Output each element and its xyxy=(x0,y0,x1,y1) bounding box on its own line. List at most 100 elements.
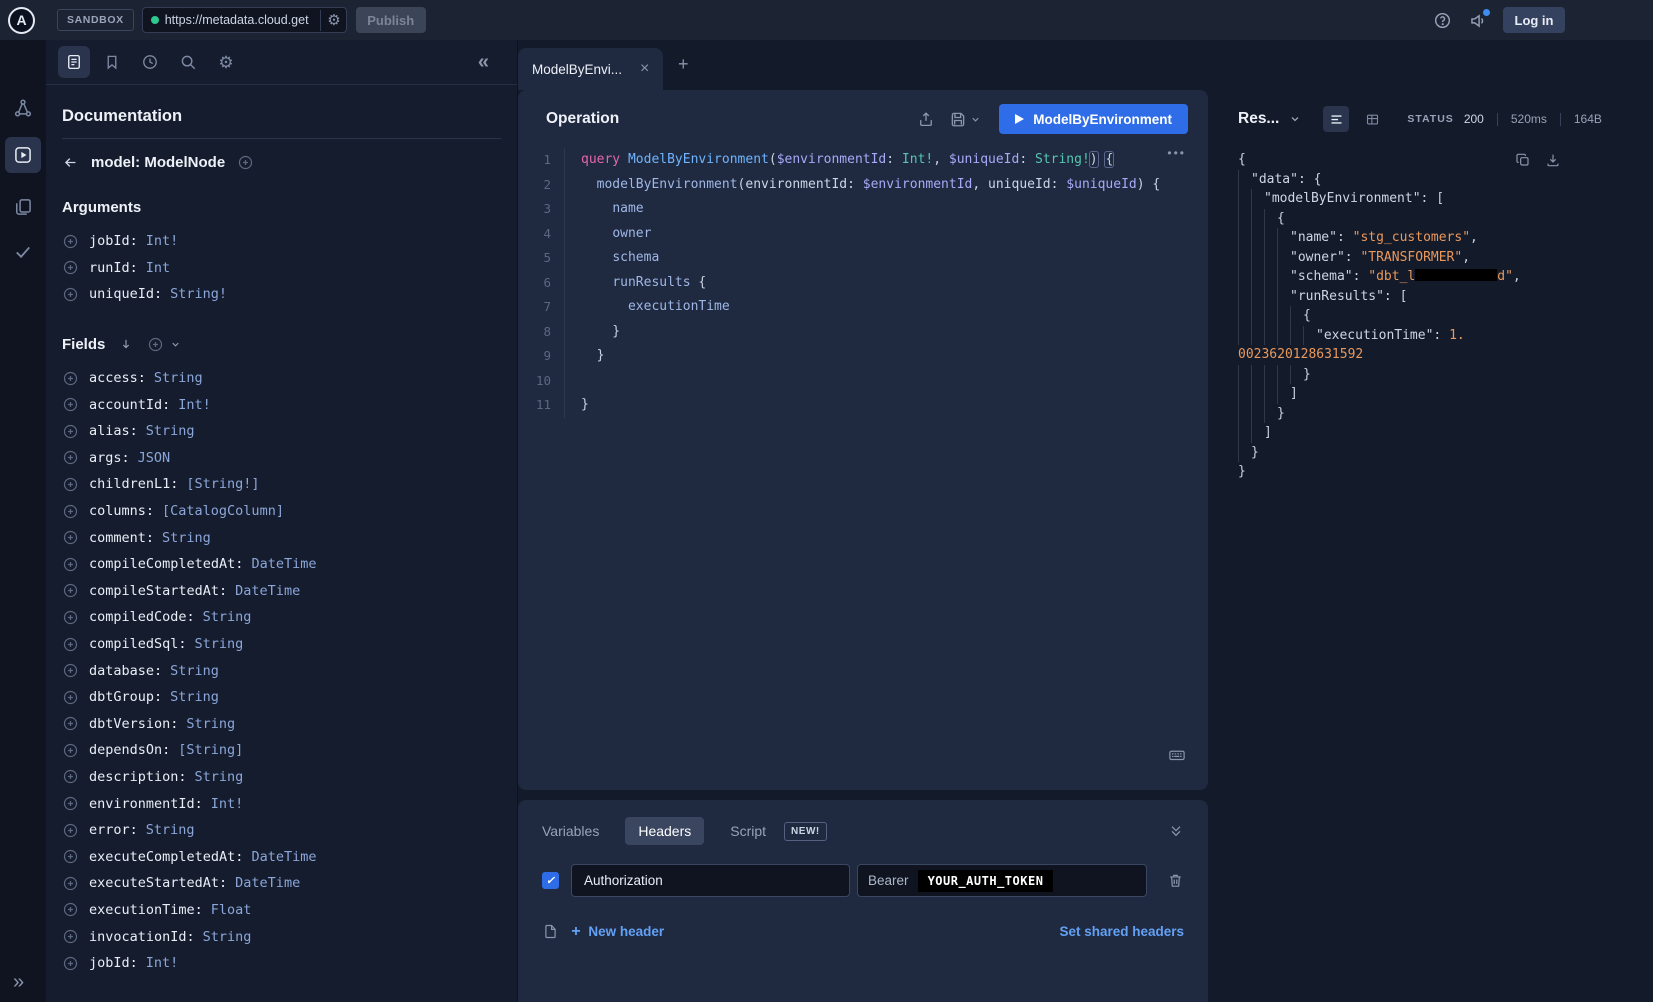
bookmarks-icon[interactable] xyxy=(96,46,128,78)
help-icon[interactable] xyxy=(1433,11,1452,30)
add-to-query-icon[interactable] xyxy=(62,449,79,466)
tab-script[interactable]: Script xyxy=(730,823,766,839)
query-editor[interactable]: 1query ModelByEnvironment($environmentId… xyxy=(518,148,1208,418)
add-to-query-icon[interactable] xyxy=(62,662,79,679)
add-to-query-icon[interactable] xyxy=(62,476,79,493)
field-item[interactable]: alias:String xyxy=(62,418,501,445)
code-line[interactable]: 7 executionTime xyxy=(518,295,1208,320)
add-to-query-icon[interactable] xyxy=(62,928,79,945)
search-icon[interactable] xyxy=(172,46,204,78)
field-item[interactable]: comment:String xyxy=(62,524,501,551)
field-item[interactable]: dbtGroup:String xyxy=(62,684,501,711)
add-to-query-icon[interactable] xyxy=(62,503,79,520)
add-to-query-icon[interactable] xyxy=(62,955,79,972)
field-item[interactable]: compileCompletedAt:DateTime xyxy=(62,551,501,578)
documentation-tab-icon[interactable] xyxy=(58,46,90,78)
tab-variables[interactable]: Variables xyxy=(542,823,599,839)
download-response-icon[interactable] xyxy=(1545,152,1561,168)
save-dropdown-chevron-icon[interactable] xyxy=(970,114,981,125)
code-line[interactable]: 10 xyxy=(518,369,1208,394)
editor-menu-icon[interactable]: ••• xyxy=(1167,146,1186,160)
field-item[interactable]: childrenL1:[String!] xyxy=(62,471,501,498)
history-icon[interactable] xyxy=(134,46,166,78)
add-to-query-icon[interactable] xyxy=(62,609,79,626)
announcements-icon[interactable] xyxy=(1468,11,1487,30)
code-line[interactable]: 8 } xyxy=(518,320,1208,345)
save-operation-button[interactable] xyxy=(949,110,981,128)
add-to-query-icon[interactable] xyxy=(62,689,79,706)
response-chevron-icon[interactable] xyxy=(1289,113,1301,125)
add-to-query-icon[interactable] xyxy=(62,423,79,440)
docs-settings-gear-icon[interactable]: ⚙ xyxy=(210,46,242,78)
field-item[interactable]: executeStartedAt:DateTime xyxy=(62,870,501,897)
add-to-query-icon[interactable] xyxy=(62,822,79,839)
field-item[interactable]: dependsOn:[String] xyxy=(62,737,501,764)
argument-item[interactable]: jobId:Int! xyxy=(62,228,501,255)
nav-explorer-icon[interactable] xyxy=(5,137,41,173)
code-line[interactable]: 11} xyxy=(518,393,1208,418)
field-item[interactable]: invocationId:String xyxy=(62,923,501,950)
apollo-logo[interactable]: A xyxy=(8,7,35,34)
add-to-query-icon[interactable] xyxy=(62,901,79,918)
collapse-request-panel-icon[interactable] xyxy=(1168,823,1184,839)
add-to-query-icon[interactable] xyxy=(62,556,79,573)
field-item[interactable]: columns:[CatalogColumn] xyxy=(62,498,501,525)
field-item[interactable]: compiledCode:String xyxy=(62,604,501,631)
field-item[interactable]: compiledSql:String xyxy=(62,631,501,658)
login-button[interactable]: Log in xyxy=(1503,7,1565,33)
code-line[interactable]: 9 } xyxy=(518,344,1208,369)
header-enabled-checkbox[interactable]: ✓ xyxy=(542,872,559,889)
code-line[interactable]: 4 owner xyxy=(518,222,1208,247)
field-item[interactable]: compileStartedAt:DateTime xyxy=(62,578,501,605)
add-to-query-icon[interactable] xyxy=(62,848,79,865)
add-to-query-icon[interactable] xyxy=(62,636,79,653)
add-to-query-icon[interactable] xyxy=(62,259,79,276)
field-item[interactable]: database:String xyxy=(62,657,501,684)
field-item[interactable]: environmentId:Int! xyxy=(62,790,501,817)
code-line[interactable]: 3 name xyxy=(518,197,1208,222)
header-presets-icon[interactable] xyxy=(542,923,559,940)
run-operation-button[interactable]: ModelByEnvironment xyxy=(999,104,1188,134)
nav-collections-icon[interactable] xyxy=(5,189,41,225)
field-item[interactable]: dbtVersion:String xyxy=(62,711,501,738)
field-item[interactable]: error:String xyxy=(62,817,501,844)
close-tab-icon[interactable]: × xyxy=(640,61,649,77)
field-item[interactable]: executionTime:Float xyxy=(62,897,501,924)
field-item[interactable]: args:JSON xyxy=(62,445,501,472)
field-item[interactable]: accountId:Int! xyxy=(62,391,501,418)
add-to-query-icon[interactable] xyxy=(62,286,79,303)
publish-button[interactable]: Publish xyxy=(356,7,426,33)
add-to-query-icon[interactable] xyxy=(62,715,79,732)
add-type-to-query-icon[interactable] xyxy=(237,154,254,171)
argument-item[interactable]: runId:Int xyxy=(62,255,501,282)
operation-tab[interactable]: ModelByEnvi... × xyxy=(518,48,663,90)
header-key-input[interactable] xyxy=(571,864,850,897)
back-arrow-icon[interactable] xyxy=(62,154,79,171)
field-item[interactable]: access:String xyxy=(62,365,501,392)
copy-response-icon[interactable] xyxy=(1515,152,1531,168)
field-item[interactable]: description:String xyxy=(62,764,501,791)
field-item[interactable]: executeCompletedAt:DateTime xyxy=(62,843,501,870)
add-fields-chevron-icon[interactable] xyxy=(170,339,181,350)
delete-header-icon[interactable] xyxy=(1167,872,1184,889)
expand-rail-icon[interactable]: » xyxy=(13,972,24,992)
set-shared-headers-link[interactable]: Set shared headers xyxy=(1059,924,1184,939)
nav-checklist-icon[interactable] xyxy=(5,234,41,270)
argument-item[interactable]: uniqueId:String! xyxy=(62,281,501,308)
formatted-view-icon[interactable] xyxy=(1323,106,1349,132)
add-to-query-icon[interactable] xyxy=(62,768,79,785)
code-line[interactable]: 5 schema xyxy=(518,246,1208,271)
tab-headers[interactable]: Headers xyxy=(625,817,704,845)
connection-settings-gear-icon[interactable]: ⚙ xyxy=(320,10,340,31)
add-to-query-icon[interactable] xyxy=(62,742,79,759)
code-line[interactable]: 6 runResults { xyxy=(518,271,1208,296)
add-to-query-icon[interactable] xyxy=(62,795,79,812)
add-to-query-icon[interactable] xyxy=(62,396,79,413)
add-to-query-icon[interactable] xyxy=(62,875,79,892)
new-tab-button[interactable]: + xyxy=(678,55,689,73)
add-to-query-icon[interactable] xyxy=(62,370,79,387)
add-to-query-icon[interactable] xyxy=(62,582,79,599)
field-item[interactable]: jobId:Int! xyxy=(62,950,501,977)
keyboard-shortcuts-icon[interactable] xyxy=(1166,746,1188,764)
endpoint-url-input[interactable]: https://metadata.cloud.get ⚙ xyxy=(142,7,347,33)
